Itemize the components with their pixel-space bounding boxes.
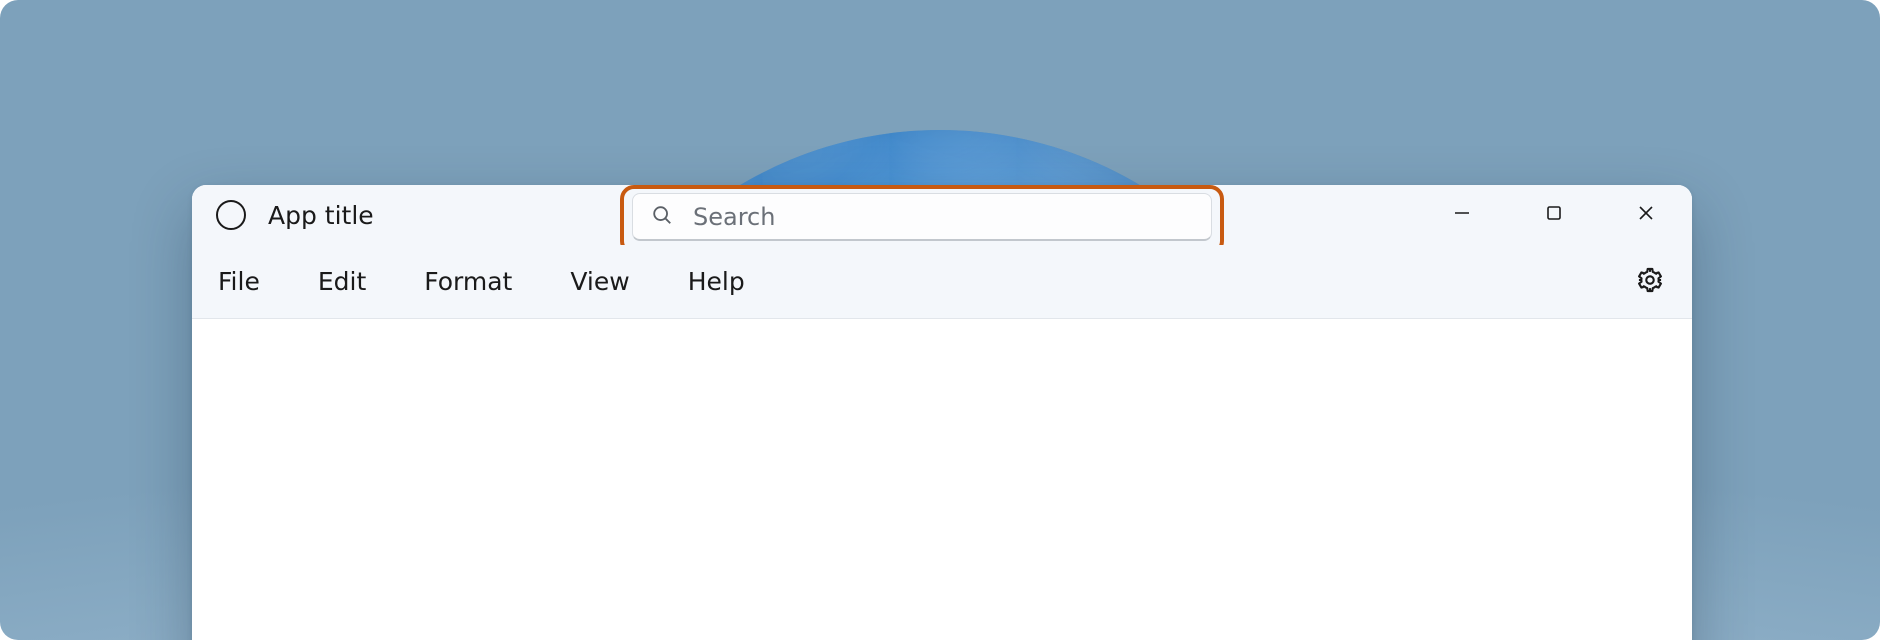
- menubar: File Edit Format View Help: [192, 245, 1692, 319]
- menu-item-help[interactable]: Help: [688, 267, 745, 296]
- caption-buttons: [1416, 185, 1692, 241]
- content-area: [192, 319, 1692, 640]
- titlebar[interactable]: App title: [192, 185, 1692, 245]
- close-button[interactable]: [1600, 185, 1692, 241]
- gear-icon: [1636, 266, 1664, 298]
- menu-item-edit[interactable]: Edit: [318, 267, 366, 296]
- app-icon: [216, 200, 246, 230]
- menu-item-view[interactable]: View: [570, 267, 629, 296]
- desktop-wallpaper: App title: [0, 0, 1880, 640]
- app-title: App title: [268, 201, 374, 230]
- menu-item-file[interactable]: File: [218, 267, 260, 296]
- search-box[interactable]: [632, 193, 1212, 241]
- search-input[interactable]: [693, 203, 1193, 231]
- search-container: [632, 193, 1212, 241]
- app-window: App title: [192, 185, 1692, 640]
- maximize-button[interactable]: [1508, 185, 1600, 241]
- minimize-button[interactable]: [1416, 185, 1508, 241]
- menu-item-format[interactable]: Format: [424, 267, 512, 296]
- search-icon: [651, 204, 673, 230]
- settings-button[interactable]: [1630, 262, 1670, 302]
